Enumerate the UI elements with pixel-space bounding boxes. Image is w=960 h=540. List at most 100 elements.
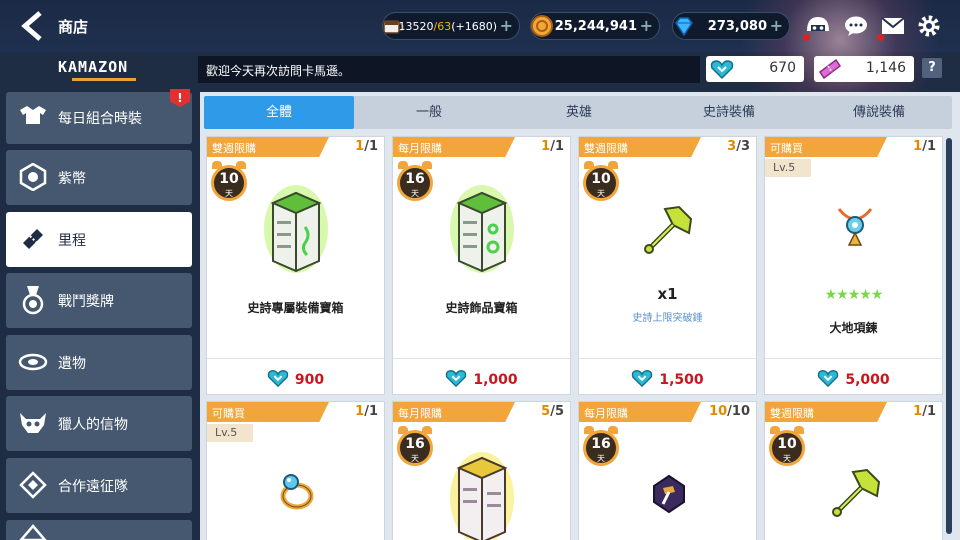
purchase-count: 1/1 [913,139,936,154]
days-remaining-clock: 10 天 [211,161,247,205]
price-value: 1,000 [473,372,518,388]
sidebar-item-label: 戰鬥獎牌 [58,294,114,310]
days-unit: 天 [411,189,419,198]
item-name: 大地項鍊 [829,321,878,335]
sidebar-item-relic[interactable]: 遺物 [6,335,192,390]
hunter-skull-icon [18,408,48,438]
days-remaining-clock: 16 天 [583,426,619,470]
days-unit: 天 [225,189,233,198]
gem-value: 273,080 [707,19,767,34]
purchase-count: 10/10 [709,404,750,419]
mileage-heart-icon [267,370,289,388]
mail-icon[interactable] [879,12,907,40]
level-badge: Lv.5 [207,424,253,442]
days-remaining-clock: 16 天 [397,161,433,205]
category-tabs: 全體 一般 英雄 史詩裝備 傳說裝備 [204,96,952,129]
sidebar-item-mileage[interactable]: 里程 [6,212,192,267]
gem-counter[interactable]: 273,080 + [672,12,790,40]
welcome-ticker: 歡迎今天再次訪問卡馬遜。 [198,56,700,83]
purple-coin-icon [18,162,48,192]
tab-all[interactable]: 全體 [204,96,354,129]
stamina-counter[interactable]: 13520/63(+1680) + [382,12,520,40]
purchase-count: 1/1 [913,404,936,419]
stamina-bonus: (+1680) [451,20,497,33]
sidebar-item-battle-medal[interactable]: 戰鬥獎牌 [6,273,192,328]
mileage-heart-icon [710,60,734,80]
back-button[interactable] [18,10,50,42]
relic-icon [18,347,48,377]
sidebar-item-hunter-token[interactable]: 獵人的信物 [6,396,192,451]
shop-card[interactable]: 每月限購 5/5 16 天 [392,401,571,540]
price-button[interactable]: 5,000 [765,358,942,394]
gold-counter[interactable]: 25,244,941 + [530,12,660,40]
costume-icon [18,101,48,131]
page-title: 商店 [58,18,89,36]
shop-scrollbar[interactable] [946,138,952,534]
legend-chest-icon [450,452,514,540]
sidebar-item-label: 獵人的信物 [58,417,128,433]
purchase-limit-tag: 每月限購 [579,402,701,422]
mileage-value: 670 [769,60,796,76]
days-remaining-clock: 16 天 [397,426,433,470]
level-badge: Lv.5 [765,159,811,177]
ticket-value: 1,146 [865,60,906,76]
shop-card[interactable]: 雙週限購 1/1 10 天 [764,401,943,540]
purchase-limit-tag: 每月限購 [393,137,515,157]
blue-gem-icon [669,11,699,41]
days-number: 16 [405,171,425,187]
shop-card[interactable]: 可購買 1/1 Lv.5 [206,401,385,540]
days-number: 16 [405,436,425,452]
purchase-limit-tag: 可購買 [207,402,329,422]
sidebar-item-coop-expedition[interactable]: 合作遠征隊 [6,458,192,513]
shop-card[interactable]: 可購買 1/1 Lv.5 ★★★★★ 大地項鍊 5,000 [764,136,943,395]
earth-necklace-icon [837,208,873,246]
shop-card[interactable]: 每月限購 10/10 16 天 [578,401,757,540]
shop-card[interactable]: 每月限購 1/1 16 天 史詩飾品寶箱 1,000 [392,136,571,395]
sidebar-item-purple-coin[interactable]: 紫幣 [6,150,192,205]
logo-underline [72,78,136,81]
sidebar-item-label: 里程 [58,233,86,249]
epic-hammer-icon [644,205,693,254]
shop-card[interactable]: 雙週限購 1/1 10 天 史詩專屬裝備寶箱 900 [206,136,385,395]
tab-epic-equipment[interactable]: 史詩裝備 [654,96,804,129]
tab-legend-equipment[interactable]: 傳說裝備 [804,96,954,129]
limit-break-hammer-gem-icon [653,474,685,514]
item-subtitle: 史詩上限突破錘 [632,313,703,324]
star-rating: ★★★★★ [824,287,884,303]
expedition-icon [18,470,48,500]
purchase-count: 1/1 [355,404,378,419]
shop-card[interactable]: 雙週限購 3/3 10 天 x1 史詩上限突破錘 1,500 [578,136,757,395]
price-value: 1,500 [659,372,704,388]
days-number: 16 [591,436,611,452]
epic-hammer-icon [832,468,881,517]
chat-bubble-icon[interactable] [842,12,870,40]
purchase-limit-tag: 雙週限購 [765,402,887,422]
days-number: 10 [219,171,239,187]
mileage-heart-icon [632,370,653,388]
help-button[interactable]: ? [922,58,942,78]
ticket-token-counter: 1,146 [814,56,914,82]
gear-icon[interactable] [915,12,943,40]
mileage-heart-icon [446,370,467,388]
days-number: 10 [591,171,611,187]
price-button[interactable]: 900 [207,358,384,394]
tab-hero[interactable]: 英雄 [504,96,654,129]
notification-dot [803,34,810,41]
days-unit: 天 [597,454,605,463]
price-button[interactable]: 1,000 [393,358,570,394]
add-gem-button[interactable]: + [770,16,783,35]
purchase-limit-tag: 每月限購 [393,402,515,422]
add-gold-button[interactable]: + [640,16,653,35]
price-button[interactable]: 1,500 [579,358,756,394]
medal-icon [18,285,48,315]
add-stamina-button[interactable]: + [500,16,513,35]
price-value: 5,000 [845,372,890,388]
sidebar-item-daily-costume[interactable]: 每日組合時裝 ! [6,89,192,144]
purchase-count: 1/1 [541,139,564,154]
price-value: 900 [294,372,325,388]
sidebar-item-label: 遺物 [58,356,86,372]
tab-normal[interactable]: 一般 [354,96,504,129]
days-number: 10 [777,436,797,452]
days-remaining-clock: 10 天 [769,426,805,470]
sidebar-item-more[interactable] [6,520,192,540]
